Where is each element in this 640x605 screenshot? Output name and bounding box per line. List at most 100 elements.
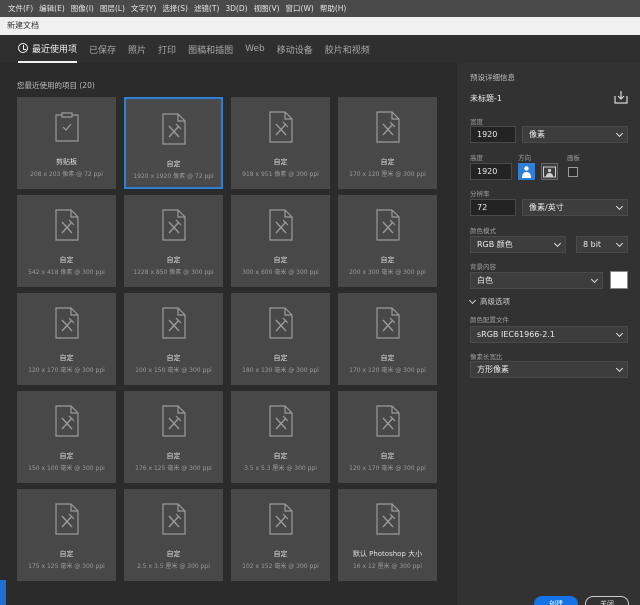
- background-color-swatch[interactable]: [610, 271, 628, 289]
- document-icon: [161, 113, 186, 145]
- preset-dimensions: 102 x 152 毫米 @ 300 ppi: [242, 563, 319, 570]
- preset-name: 默认 Photoshop 大小: [352, 550, 423, 558]
- preset-card[interactable]: 自定 100 x 150 毫米 @ 300 ppi: [124, 293, 223, 385]
- preset-card[interactable]: 自定 300 x 600 毫米 @ 300 ppi: [231, 195, 330, 287]
- preset-card[interactable]: 自定 200 x 300 毫米 @ 300 ppi: [338, 195, 437, 287]
- menu-file[interactable]: 文件(F): [8, 3, 33, 14]
- tab-film-video[interactable]: 胶片和视频: [325, 35, 370, 63]
- landscape-icon: [543, 166, 556, 178]
- create-button[interactable]: 创建: [534, 596, 578, 605]
- width-unit-select[interactable]: 像素: [522, 126, 628, 143]
- document-icon: [268, 209, 293, 241]
- preset-card[interactable]: 自定 2.5 x 3.5 厘米 @ 300 ppi: [124, 489, 223, 581]
- menu-view[interactable]: 视图(V): [254, 3, 280, 14]
- preset-card[interactable]: 自定 102 x 152 毫米 @ 300 ppi: [231, 489, 330, 581]
- background-select[interactable]: 白色: [470, 272, 603, 289]
- preset-dimensions: 180 x 130 毫米 @ 300 ppi: [242, 367, 319, 374]
- document-icon: [268, 503, 293, 535]
- menu-type[interactable]: 文字(Y): [131, 3, 156, 14]
- portrait-orientation-button[interactable]: [518, 163, 535, 180]
- preset-card[interactable]: 自定 120 x 170 毫米 @ 300 ppi: [338, 391, 437, 483]
- preset-name: 自定: [273, 452, 288, 460]
- preset-dimensions: 1228 x 850 像素 @ 300 ppi: [133, 269, 214, 276]
- preset-dimensions: 150 x 100 毫米 @ 300 ppi: [28, 465, 105, 472]
- preset-card[interactable]: 自定 175 x 125 毫米 @ 300 ppi: [17, 489, 116, 581]
- preset-name: 自定: [166, 354, 181, 362]
- preset-card[interactable]: 自定 3.5 x 5.3 厘米 @ 300 ppi: [231, 391, 330, 483]
- menu-edit[interactable]: 编辑(E): [39, 3, 65, 14]
- preset-name: 自定: [59, 550, 74, 558]
- resolution-unit-select[interactable]: 像素/英寸: [522, 199, 628, 216]
- document-name-field[interactable]: 未标题-1: [470, 93, 502, 104]
- resolution-input[interactable]: 72: [470, 199, 516, 216]
- artboard-checkbox[interactable]: [568, 167, 578, 177]
- preset-details-panel: 预设详细信息 未标题-1 宽度 1920 像素 高度 方向 画板 1920 分辨…: [456, 63, 640, 605]
- preset-card[interactable]: 自定 918 x 951 像素 @ 300 ppi: [231, 97, 330, 189]
- tab-recent-label: 最近使用项: [32, 44, 78, 55]
- menu-filter[interactable]: 滤镜(T): [194, 3, 219, 14]
- bit-depth-select[interactable]: 8 bit: [576, 236, 628, 253]
- document-icon: [161, 307, 186, 339]
- preset-name: 自定: [59, 256, 74, 264]
- document-icon: [54, 503, 79, 535]
- height-input[interactable]: 1920: [470, 163, 512, 180]
- preset-name: 自定: [273, 158, 288, 166]
- resolution-label: 分辨率: [470, 190, 490, 198]
- preset-card[interactable]: 自定 170 x 120 毫米 @ 300 ppi: [338, 293, 437, 385]
- background-value: 白色: [477, 276, 493, 285]
- preset-card[interactable]: 自定 176 x 125 毫米 @ 300 ppi: [124, 391, 223, 483]
- document-icon: [375, 503, 400, 535]
- menu-layer[interactable]: 图层(L): [100, 3, 125, 14]
- recent-presets-panel: 您最近使用的项目 (20) 剪贴板 208 x 203 像素 @ 72 ppi 自定…: [0, 63, 456, 605]
- preset-dimensions: 2.5 x 3.5 厘米 @ 300 ppi: [137, 563, 210, 570]
- height-label: 高度: [470, 154, 483, 162]
- menu-window[interactable]: 窗口(W): [286, 3, 314, 14]
- chevron-down-icon: [615, 129, 624, 138]
- width-input[interactable]: 1920: [470, 126, 516, 143]
- preset-name: 自定: [59, 452, 74, 460]
- tab-mobile[interactable]: 移动设备: [277, 35, 313, 63]
- tab-recent[interactable]: 最近使用项: [18, 35, 78, 63]
- save-preset-icon[interactable]: [614, 90, 628, 104]
- preset-card[interactable]: 自定 150 x 100 毫米 @ 300 ppi: [17, 391, 116, 483]
- preset-card[interactable]: 自定 170 x 120 厘米 @ 300 ppi: [338, 97, 437, 189]
- menu-select[interactable]: 选择(S): [162, 3, 188, 14]
- width-label: 宽度: [470, 118, 483, 126]
- preset-dimensions: 175 x 125 毫米 @ 300 ppi: [28, 563, 105, 570]
- preset-card[interactable]: 自定 1228 x 850 像素 @ 300 ppi: [124, 195, 223, 287]
- preset-card[interactable]: 剪贴板 208 x 203 像素 @ 72 ppi: [17, 97, 116, 189]
- color-profile-select[interactable]: sRGB IEC61966-2.1: [470, 326, 628, 343]
- preset-card[interactable]: 自定 180 x 130 毫米 @ 300 ppi: [231, 293, 330, 385]
- pixel-aspect-select[interactable]: 方形像素: [470, 361, 628, 378]
- color-mode-value: RGB 颜色: [477, 240, 513, 249]
- preset-dimensions: 120 x 170 毫米 @ 300 ppi: [28, 367, 105, 374]
- preset-dimensions: 542 x 418 像素 @ 300 ppi: [28, 269, 105, 276]
- menu-3d[interactable]: 3D(D): [225, 4, 247, 13]
- color-profile-label: 颜色配置文件: [470, 316, 509, 324]
- preset-card[interactable]: 默认 Photoshop 大小 16 x 12 厘米 @ 300 ppi: [338, 489, 437, 581]
- new-document-window: 文件(F) 编辑(E) 图像(I) 图层(L) 文字(Y) 选择(S) 滤镜(T…: [0, 0, 640, 605]
- preset-card[interactable]: 自定 1920 x 1920 像素 @ 72 ppi: [124, 97, 223, 189]
- preset-name: 自定: [166, 550, 181, 558]
- preset-card[interactable]: 自定 120 x 170 毫米 @ 300 ppi: [17, 293, 116, 385]
- tab-web[interactable]: Web: [245, 35, 265, 63]
- preset-card[interactable]: 自定 542 x 418 像素 @ 300 ppi: [17, 195, 116, 287]
- tab-photo[interactable]: 照片: [128, 35, 146, 63]
- clock-icon: [18, 43, 28, 53]
- color-mode-select[interactable]: RGB 颜色: [470, 236, 566, 253]
- preset-name: 自定: [380, 452, 395, 460]
- artboard-label: 画板: [567, 154, 580, 162]
- preset-dimensions: 200 x 300 毫米 @ 300 ppi: [349, 269, 426, 276]
- chevron-down-icon: [615, 239, 624, 248]
- landscape-orientation-button[interactable]: [541, 163, 558, 180]
- tab-art-illustration[interactable]: 图稿和插图: [188, 35, 233, 63]
- tab-saved[interactable]: 已保存: [89, 35, 116, 63]
- document-icon: [161, 209, 186, 241]
- advanced-options-toggle[interactable]: 高级选项: [468, 296, 510, 307]
- tab-print[interactable]: 打印: [158, 35, 176, 63]
- chevron-down-icon: [615, 364, 624, 373]
- close-button[interactable]: 关闭: [585, 596, 629, 605]
- menu-image[interactable]: 图像(I): [71, 3, 94, 14]
- menu-help[interactable]: 帮助(H): [320, 3, 347, 14]
- document-icon: [54, 405, 79, 437]
